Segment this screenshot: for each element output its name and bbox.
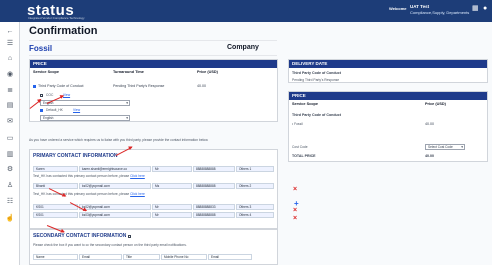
company-header: Fossil Company xyxy=(29,40,277,56)
welcome-label: Welcome xyxy=(389,6,407,11)
primary-note-2: Test_HK has contacted this primary conta… xyxy=(33,192,145,196)
coc-label: COC xyxy=(46,93,54,97)
remove-contact-icon-2[interactable]: × xyxy=(293,207,297,214)
default-hk-language-select[interactable]: English xyxy=(40,115,130,121)
default-hk-checkbox[interactable] xyxy=(40,109,43,112)
click-here-link-2[interactable]: Click here xyxy=(130,192,145,196)
price-panel-header: PRICE xyxy=(30,60,277,68)
user-settings-icon[interactable]: ♙ xyxy=(4,180,16,191)
primary-email-2[interactable]: ks02@yopmail.com xyxy=(79,183,151,189)
grid-icon[interactable]: ▦ xyxy=(472,5,479,12)
document-icon[interactable]: ▭ xyxy=(4,133,16,144)
primary-title-3[interactable]: Mr xyxy=(152,204,192,210)
turnaround-header: Turnaround Time xyxy=(113,70,144,74)
summary-item: Third Party Code of Conduct xyxy=(292,113,341,117)
secondary-contact-note: Please check the box if you want to cc t… xyxy=(33,243,187,247)
primary-phone-1[interactable]: 88888888888 xyxy=(193,166,235,172)
bar-chart-icon[interactable]: ▥ xyxy=(4,149,16,160)
logo-subtitle: Integrated Vendor Compliance Technology xyxy=(28,16,85,20)
clipboard-icon[interactable]: ▤ xyxy=(4,100,16,111)
default-hk-view-link[interactable]: View xyxy=(73,108,80,112)
summary-price-header: PRICE xyxy=(289,92,487,100)
total-price-label: TOTAL PRICE xyxy=(292,154,316,158)
secondary-role-input[interactable]: Email xyxy=(208,254,252,260)
page-title: Confirmation xyxy=(29,25,98,37)
primary-title-4[interactable]: Mr xyxy=(152,212,192,218)
secondary-cc-checkbox[interactable] xyxy=(128,235,131,238)
primary-email-3[interactable]: ks02@yopmail.com xyxy=(79,204,151,210)
hand-icon[interactable]: ☝ xyxy=(4,213,16,224)
top-navigation-bar: status Integrated Vendor Compliance Tech… xyxy=(0,0,492,22)
menu-icon[interactable]: ☰ xyxy=(4,38,16,49)
total-price-value: 40.00 xyxy=(425,154,434,158)
primary-role-4[interactable]: Others 4 xyxy=(236,212,274,218)
primary-phone-2[interactable]: 88888888888 xyxy=(193,183,235,189)
primary-name-2[interactable]: Bhanti xyxy=(33,183,78,189)
primary-role-3[interactable]: Others 3 xyxy=(236,204,274,210)
cost-code-select[interactable]: Select Cost Code xyxy=(425,144,465,150)
secondary-contact-header: SECONDARY CONTACT INFORMATION xyxy=(33,233,127,239)
user-name: UAT Test xyxy=(410,4,430,9)
primary-name-3[interactable]: KS01 xyxy=(33,204,78,210)
main-content: Confirmation Fossil Company PRICE Servic… xyxy=(20,22,492,265)
delivery-date-header: DELIVERY DATE xyxy=(289,60,487,68)
primary-email-4[interactable]: ks03@yopmail.com xyxy=(79,212,151,218)
secondary-title-input[interactable]: Title xyxy=(123,254,160,260)
settings-icon[interactable]: ⚙ xyxy=(4,164,16,175)
delivery-date-panel: DELIVERY DATE Third Party Code of Conduc… xyxy=(288,59,488,83)
secondary-contact-panel: SECONDARY CONTACT INFORMATION Please che… xyxy=(29,229,278,265)
third-party-code-checkbox[interactable] xyxy=(33,85,36,88)
sidebar-navigation: ← ☰ ⌂ ◉ ≣ ▤ ✉ ▭ ▥ ⚙ ♙ ☷ ☝ xyxy=(0,22,20,265)
user-icon[interactable]: ● xyxy=(483,5,487,12)
primary-note-1: Test_HK has contacted this primary conta… xyxy=(33,174,145,178)
price-panel: PRICE Service Scope Turnaround Time Pric… xyxy=(29,59,278,122)
primary-phone-3[interactable]: 88888888833 xyxy=(193,204,235,210)
primary-contact-header: PRIMARY CONTACT INFORMATION xyxy=(33,153,118,159)
delivery-status: Pending Third Party's Response xyxy=(292,78,340,82)
service-scope-header: Service Scope xyxy=(33,70,59,74)
primary-name-4[interactable]: KS01 xyxy=(33,212,78,218)
summary-company: • Fossil xyxy=(292,122,303,126)
summary-price-column-header: Price (USD) xyxy=(425,102,446,106)
click-here-link-1[interactable]: Click here xyxy=(130,174,145,178)
company-label: Company xyxy=(227,44,259,51)
cost-code-label: Cost Code xyxy=(292,145,308,149)
primary-title-2[interactable]: Ms xyxy=(152,183,192,189)
coc-checkbox[interactable] xyxy=(40,94,43,97)
remove-contact-icon-3[interactable]: × xyxy=(293,215,297,222)
remove-contact-icon-1[interactable]: × xyxy=(293,186,297,193)
user-role: Compliance,Supply, Departments xyxy=(410,10,470,15)
list-icon[interactable]: ≣ xyxy=(4,85,16,96)
primary-phone-4[interactable]: 88888888888 xyxy=(193,212,235,218)
primary-role-2[interactable]: Others 2 xyxy=(236,183,274,189)
eye-icon[interactable]: ◉ xyxy=(4,69,16,80)
tasks-icon[interactable]: ☷ xyxy=(4,196,16,207)
delivery-item: Third Party Code of Conduct xyxy=(292,71,341,75)
turnaround-value: Pending Third Party's Response xyxy=(113,84,165,88)
secondary-email-input[interactable]: Email xyxy=(79,254,122,260)
message-icon[interactable]: ✉ xyxy=(4,116,16,127)
summary-price-panel: PRICE Service Scope Price (USD) Third Pa… xyxy=(288,91,488,162)
primary-name-1[interactable]: Karen xyxy=(33,166,78,172)
home-icon[interactable]: ⌂ xyxy=(4,53,16,64)
summary-item-price: 40.00 xyxy=(425,122,434,126)
primary-title-1[interactable]: Mr xyxy=(152,166,192,172)
default-hk-label: Default_HK xyxy=(46,108,63,112)
primary-contact-panel: PRIMARY CONTACT INFORMATION Karen karen.… xyxy=(29,149,278,229)
back-icon[interactable]: ← xyxy=(4,26,16,37)
contact-instruction: As you have ordered a service which requ… xyxy=(29,138,209,142)
primary-email-1[interactable]: karen.shanti@ermightsource.co xyxy=(79,166,151,172)
secondary-name-input[interactable]: Name xyxy=(33,254,78,260)
company-name: Fossil xyxy=(29,44,53,53)
summary-scope-header: Service Scope xyxy=(292,102,318,106)
price-header: Price (USD) xyxy=(197,70,218,74)
third-party-code-label: Third Party Code of Conduct xyxy=(38,84,84,88)
primary-role-1[interactable]: Others 1 xyxy=(236,166,274,172)
price-value: 40.00 xyxy=(197,84,206,88)
secondary-phone-input[interactable]: Mobile Phone No xyxy=(161,254,207,260)
